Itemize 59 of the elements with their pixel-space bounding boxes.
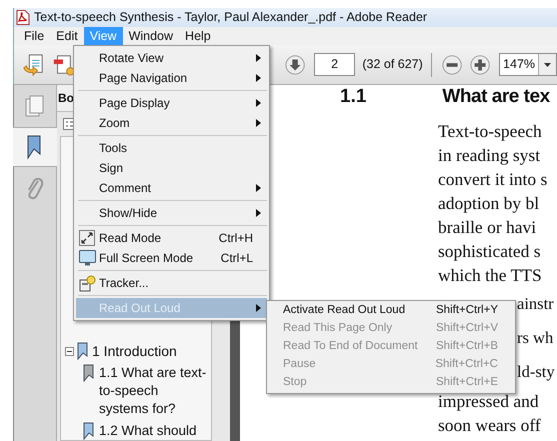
paragraph-line: Text-to-speech: [438, 120, 542, 143]
submenu-arrow-icon: [256, 74, 261, 82]
paragraph-line: ainstr: [517, 292, 554, 315]
tracker-icon: [78, 274, 96, 292]
menu-item[interactable]: Window: [122, 27, 180, 45]
paragraph-line: rs wh: [517, 326, 554, 349]
paragraph-line: which the TTS: [438, 264, 542, 287]
pdf-file-icon: [16, 10, 30, 25]
paragraph-line: ld-sty: [517, 360, 555, 383]
menu-item[interactable]: Sign: [76, 158, 267, 178]
menu-item[interactable]: Page Display: [76, 93, 267, 113]
bookmark-icon: [77, 342, 89, 360]
paragraph-line: convert it into s: [438, 168, 548, 191]
monitor-icon: [78, 250, 96, 266]
expand-arrows-icon: [79, 230, 95, 246]
page-number-field[interactable]: 2: [314, 53, 356, 76]
submenu-arrow-icon: [256, 99, 261, 107]
zoom-out-button[interactable]: [442, 54, 462, 76]
menu-item[interactable]: Edit: [50, 27, 84, 45]
submenu-arrow-icon: [256, 54, 261, 62]
page-count: (32 of 627): [362, 56, 423, 74]
zoom-in-button[interactable]: [470, 54, 490, 76]
bookmarks-tab[interactable]: [13, 127, 57, 167]
submenu-arrow-icon: [256, 209, 261, 217]
section-heading: What are tex: [442, 85, 550, 109]
bookmark-item[interactable]: 1 Introduction: [92, 342, 177, 360]
menu-item[interactable]: Activate Read Out Loud Shift+Ctrl+Y: [267, 302, 515, 320]
zoom-field[interactable]: 147%: [499, 53, 557, 76]
paragraph-line: impressed and: [438, 390, 539, 413]
pages-icon[interactable]: [25, 95, 45, 119]
bookmark-icon: [83, 364, 95, 382]
menu-item[interactable]: Comment: [76, 178, 267, 198]
window-title: Text-to-speech Synthesis - Taylor, Paul Alexander_.pdf - Adobe Reader: [34, 9, 428, 26]
paragraph-line: sophisticated s: [438, 240, 541, 263]
bookmark-icon: [83, 422, 95, 440]
menu-item[interactable]: Read Mode Ctrl+H: [76, 228, 267, 248]
submenu-arrow-icon: [256, 184, 261, 192]
menu-item[interactable]: File: [18, 27, 50, 45]
menu-item[interactable]: Tools: [76, 138, 267, 158]
menu-item[interactable]: Tracker...: [76, 273, 267, 293]
dropdown-caret-icon: [544, 62, 552, 66]
menu-item[interactable]: Help: [179, 27, 217, 45]
panel-title: Bo: [58, 90, 74, 107]
submenu-arrow-icon: [256, 119, 261, 127]
paragraph-line: adoption by bl: [438, 192, 540, 215]
section-number: 1.1: [340, 85, 366, 109]
paragraph-line: soon wears off: [438, 414, 541, 437]
menu-item[interactable]: Page Navigation: [76, 68, 267, 88]
menu-item[interactable]: Rotate View: [76, 48, 267, 68]
collapse-icon[interactable]: [65, 347, 74, 356]
menu-item[interactable]: Zoom: [76, 113, 267, 133]
submenu-arrow-icon: [256, 304, 261, 312]
bookmark-item[interactable]: 1.1 What are text-to-speech systems for?: [99, 364, 211, 418]
next-page-button[interactable]: [284, 54, 305, 76]
menu-item[interactable]: Full Screen Mode Ctrl+L: [76, 248, 267, 268]
menu-item[interactable]: Show/Hide: [76, 203, 267, 223]
paragraph-line: braille or havi: [438, 216, 536, 239]
bookmark-item[interactable]: 1.2 What should: [99, 422, 211, 440]
paragraph-line: in reading syst: [438, 144, 540, 167]
